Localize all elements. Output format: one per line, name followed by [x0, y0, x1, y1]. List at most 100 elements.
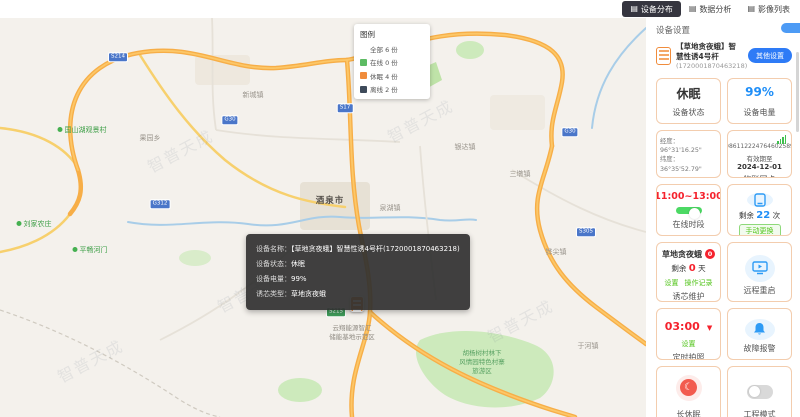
device-name: 【草地贪夜蛾】智慧性诱4号杆 (1720001870463218)	[676, 42, 748, 70]
tab-label: 设备分布	[640, 4, 673, 14]
alert-badge: 0	[705, 249, 715, 259]
map[interactable]: 新城镇 果园乡 银达镇 三墩镇 泉湖镇 铧尖镇 于河镇 酒泉市 国山湖观景村 刘家农庄 平畅河门 S2…	[0, 0, 646, 417]
status-value: 休眠	[676, 86, 701, 101]
manual-replace-button[interactable]: 手动更换	[738, 223, 781, 235]
map-label: 三墩镇	[509, 170, 531, 178]
road-shield: G30	[221, 115, 239, 125]
remote-restart-icon	[744, 254, 775, 282]
device-id: (1720001870463218)	[676, 61, 748, 70]
map-label: 平畅河门	[73, 245, 108, 255]
map-label: 银达镇	[454, 143, 476, 151]
map-green-area	[278, 378, 322, 402]
battery-value: 99%	[745, 84, 774, 99]
map-green-area	[179, 250, 211, 266]
fault-alarm-label: 故障报警	[743, 343, 776, 353]
tab-bar: ▤ 设备分布 ▤ 数据分析 ▤ 影像列表	[622, 1, 798, 17]
tab-data-analysis[interactable]: ▤ 数据分析	[680, 1, 740, 17]
status-label: 设备状态	[672, 107, 705, 117]
map-label: 酒泉市	[315, 196, 345, 206]
sticky-roll-icon	[746, 192, 773, 207]
card-sticky-roll: 剩余 22 次 手动更换 粘虫胶卷	[727, 183, 792, 236]
road-shield: S214	[108, 52, 128, 62]
card-fault-alarm[interactable]: 故障报警	[727, 307, 792, 360]
remote-restart-label: 远程重启	[743, 285, 776, 295]
legend-row: 休眠 4 份	[360, 71, 424, 81]
other-settings-button[interactable]: 其他设置	[748, 48, 792, 64]
panel-title: 设备设置	[656, 26, 691, 36]
battery-label: 设备电量	[743, 107, 776, 117]
card-device-status: 休眠 设备状态	[656, 77, 721, 124]
tooltip-row: 设备电量：99%	[256, 275, 307, 283]
map-label: 国山湖观景村	[58, 125, 107, 135]
lure-title: 草地贪夜蛾 0	[662, 249, 715, 260]
moon-icon: ☾	[675, 374, 702, 401]
legend-color-swatch	[360, 45, 367, 52]
card-scheduled-photo: 03:00 ▼ 设置 定时拍照	[656, 307, 721, 360]
card-engineering-mode: 工程模式	[727, 365, 792, 417]
device-grid-icon: ▤	[630, 4, 638, 13]
online-period-toggle[interactable]	[675, 206, 702, 219]
top-bar: ▤ 设备分布 ▤ 数据分析 ▤ 影像列表	[0, 0, 800, 18]
tab-device-distribution[interactable]: ▤ 设备分布	[622, 1, 681, 17]
card-battery: 99% 设备电量	[727, 77, 792, 124]
lure-remaining: 剩余 0 天	[671, 262, 706, 274]
sidebar-scrollbar[interactable]	[796, 52, 799, 132]
longitude: 经度：96°31'16.25"	[660, 137, 702, 154]
device-cards: 休眠 设备状态 99% 设备电量 经度：96°31'16.25" 纬度：36°3…	[648, 75, 800, 417]
iot-card-number: 19861122247646025895	[728, 142, 791, 150]
map-terrain	[490, 95, 545, 130]
card-online-period: 11:00~13:00 在线时段	[656, 183, 721, 236]
map-green-area	[456, 41, 484, 59]
map-canvas	[0, 17, 646, 417]
device-settings-panel: 设备设置 【草地贪夜蛾】智慧性诱4号杆 (1720001870463218) 其…	[648, 18, 800, 417]
road-shield: S17	[336, 103, 354, 113]
tab-label: 数据分析	[699, 4, 732, 14]
iot-valid-date: 2024-12-01	[737, 162, 782, 171]
panel-header: 设备设置	[648, 18, 800, 39]
long-sleep-label: 长休眠	[676, 409, 701, 417]
map-label: 胡杨树村林下 风情园特色村寨 旅游区	[459, 348, 505, 375]
road-shield: G312	[149, 199, 171, 209]
trap-device-icon	[656, 46, 671, 65]
card-long-sleep[interactable]: ☾ 长休眠	[656, 365, 721, 417]
online-period-value: 11:00~13:00	[656, 190, 721, 202]
map-legend: 图例 全部 6 份在线 0 份休眠 4 份离线 2 份	[354, 24, 430, 99]
map-label: 于河镇	[577, 342, 599, 350]
engineering-mode-toggle[interactable]	[746, 384, 773, 399]
photo-time[interactable]: 03:00 ▼	[665, 315, 713, 334]
lure-label: 诱芯维护	[672, 291, 705, 301]
lure-links: 设置 操作记录	[665, 278, 713, 288]
engineering-mode-label: 工程模式	[743, 409, 776, 417]
legend-row: 在线 0 份	[360, 57, 424, 67]
iot-valid-label: 有效期至	[746, 154, 773, 163]
tab-label: 影像列表	[758, 4, 790, 14]
map-river	[591, 27, 646, 129]
app-window: 新城镇 果园乡 银达镇 三墩镇 泉湖镇 铧尖镇 于河镇 酒泉市 国山湖观景村 刘家农庄 平畅河门 S2…	[0, 0, 800, 417]
photo-label: 定时拍照	[672, 352, 705, 360]
map-label: 刘家农庄	[17, 219, 52, 229]
location-label: 位置信息	[673, 174, 705, 176]
legend-row: 离线 2 份	[360, 84, 424, 94]
road-shield: S305	[576, 227, 596, 237]
image-list-icon: ▤	[747, 4, 755, 13]
photo-settings-link[interactable]: 设置	[682, 339, 696, 349]
road-shield: G30	[561, 127, 579, 137]
legend-color-swatch	[360, 85, 367, 93]
sticky-roll-remaining: 剩余 22 次	[738, 209, 781, 221]
panel-corner-badge[interactable]	[781, 23, 800, 33]
legend-rows: 全部 6 份在线 0 份休眠 4 份离线 2 份	[360, 44, 424, 94]
map-label: 云翔能源智汇 储能基地示范区	[329, 324, 375, 341]
tooltip-row: 诱芯类型：草地贪夜蛾	[256, 290, 326, 298]
device-row: 【草地贪夜蛾】智慧性诱4号杆 (1720001870463218) 其他设置	[648, 39, 800, 75]
chevron-down-icon: ▼	[706, 323, 713, 332]
map-label: 铧尖镇	[545, 248, 567, 256]
card-remote-restart[interactable]: 远程重启	[727, 241, 792, 302]
card-location: 经度：96°31'16.25" 纬度：36°35'52.79" 位置信息	[656, 129, 721, 178]
signal-strength-icon	[777, 134, 786, 144]
tab-image-list[interactable]: ▤ 影像列表	[739, 1, 798, 17]
legend-title: 图例	[360, 30, 375, 39]
lure-history-link[interactable]: 操作记录	[685, 278, 713, 288]
map-label: 泉湖镇	[379, 204, 401, 212]
legend-color-swatch	[360, 72, 367, 79]
lure-settings-link[interactable]: 设置	[665, 278, 679, 288]
